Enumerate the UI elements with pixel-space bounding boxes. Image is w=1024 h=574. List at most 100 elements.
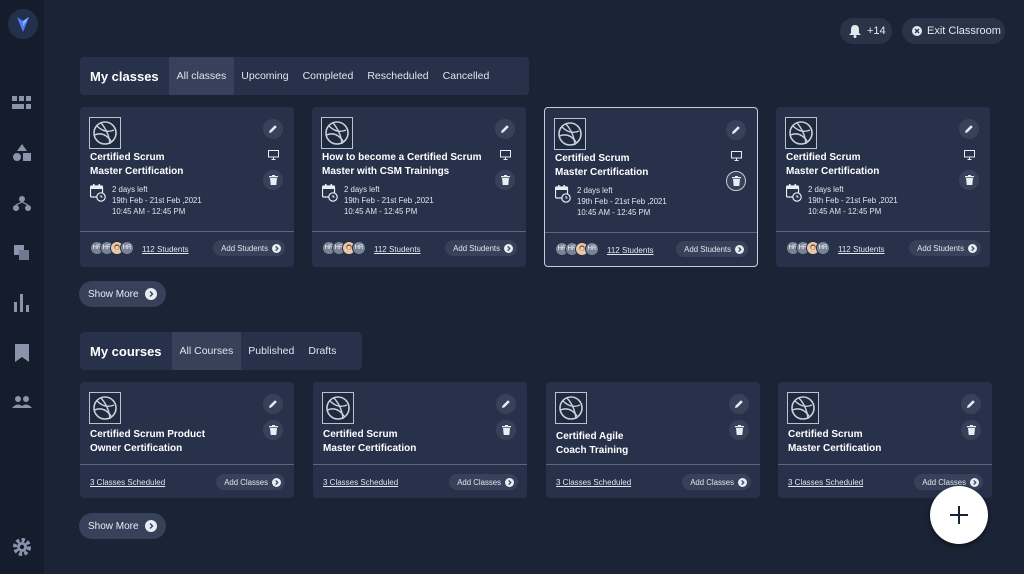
edit-button[interactable]	[496, 394, 516, 414]
edit-button[interactable]	[729, 394, 749, 414]
course-card[interactable]: Certified Scrum Master Certification 3 C…	[313, 382, 527, 498]
class-dates: 19th Feb - 21st Feb ,2021	[577, 197, 667, 206]
delete-button[interactable]	[263, 170, 283, 190]
classes-scheduled-link[interactable]: 3 Classes Scheduled	[788, 478, 863, 487]
card-divider	[313, 464, 527, 465]
delete-button[interactable]	[495, 170, 515, 190]
delete-button[interactable]	[959, 170, 979, 190]
students-link[interactable]: 112 Students	[838, 245, 885, 254]
edit-button[interactable]	[263, 119, 283, 139]
delete-button[interactable]	[263, 420, 283, 440]
add-classes-button[interactable]: Add Classes	[216, 474, 285, 490]
classes-scheduled-link[interactable]: 3 Classes Scheduled	[90, 478, 165, 487]
add-students-button[interactable]: Add Students	[213, 240, 285, 256]
add-classes-button[interactable]: Add Classes	[449, 474, 518, 490]
tab-cancelled[interactable]: Cancelled	[436, 57, 497, 95]
present-button[interactable]	[495, 145, 515, 165]
hierarchy-icon[interactable]	[11, 193, 33, 215]
delete-button[interactable]	[729, 420, 749, 440]
settings-gear-icon[interactable]	[10, 535, 34, 559]
trash-icon	[268, 175, 278, 185]
notifications-button[interactable]: +14	[840, 18, 892, 44]
add-students-button[interactable]: Add Students	[676, 241, 748, 257]
tab-upcoming[interactable]: Upcoming	[234, 57, 295, 95]
edit-button[interactable]	[961, 394, 981, 414]
course-title: Certified Agile Coach Training	[556, 430, 731, 457]
present-button[interactable]	[959, 145, 979, 165]
trash-icon	[966, 425, 976, 435]
course-card[interactable]: Certified Scrum Master Certification 3 C…	[778, 382, 992, 498]
students-link[interactable]: 112 Students	[142, 245, 189, 254]
card-divider	[776, 231, 990, 232]
trash-icon	[500, 175, 510, 185]
class-title-line1: Certified Scrum	[555, 153, 630, 164]
classes-scheduled-link[interactable]: 3 Classes Scheduled	[323, 478, 398, 487]
course-logo	[554, 118, 586, 150]
tab-drafts[interactable]: Drafts	[301, 332, 343, 370]
exit-classroom-button[interactable]: Exit Classroom	[902, 18, 1005, 44]
course-card[interactable]: Certified Agile Coach Training 3 Classes…	[546, 382, 760, 498]
tab-published[interactable]: Published	[241, 332, 301, 370]
courses-show-more-button[interactable]: Show More	[79, 513, 166, 539]
present-button[interactable]	[263, 145, 283, 165]
delete-button[interactable]	[496, 420, 516, 440]
course-title: Certified Scrum Master Certification	[323, 428, 498, 455]
pencil-icon	[732, 126, 740, 134]
course-card[interactable]: Certified Scrum Product Owner Certificat…	[80, 382, 294, 498]
class-schedule: 2 days left 19th Feb - 21st Feb ,2021 10…	[786, 184, 898, 217]
app-logo[interactable]	[8, 9, 38, 39]
tab-completed[interactable]: Completed	[296, 57, 361, 95]
card-divider	[545, 232, 757, 233]
shapes-icon[interactable]	[11, 142, 33, 164]
class-card[interactable]: Certified Scrum Master Certification 2 d…	[80, 107, 294, 267]
edit-button[interactable]	[726, 120, 746, 140]
course-title: Certified Scrum Product Owner Certificat…	[90, 428, 265, 455]
copy-icon[interactable]	[11, 242, 33, 264]
class-title-line1: Certified Scrum	[786, 152, 861, 163]
student-avatars: HR HR HR	[786, 241, 830, 255]
course-logo	[787, 392, 819, 424]
arrow-right-icon	[144, 520, 157, 532]
add-students-button[interactable]: Add Students	[445, 240, 517, 256]
class-card[interactable]: Certified Scrum Master Certification 2 d…	[544, 107, 758, 267]
students-link[interactable]: 112 Students	[374, 245, 421, 254]
delete-button[interactable]	[726, 171, 746, 191]
edit-button[interactable]	[495, 119, 515, 139]
add-classes-button[interactable]: Add Classes	[682, 474, 751, 490]
calendar-clock-icon	[90, 184, 106, 202]
students-link[interactable]: 112 Students	[607, 246, 654, 255]
pencil-icon	[967, 400, 975, 408]
class-time: 10:45 AM - 12:45 PM	[112, 207, 186, 216]
monitor-icon	[499, 150, 511, 160]
tab-all-classes[interactable]: All classes	[168, 57, 235, 95]
bookmark-icon[interactable]	[11, 342, 33, 364]
course-logo	[322, 392, 354, 424]
tab-rescheduled[interactable]: Rescheduled	[360, 57, 435, 95]
edit-button[interactable]	[959, 119, 979, 139]
courses-header: My courses All Courses Published Drafts	[80, 332, 362, 370]
bar-chart-icon[interactable]	[11, 292, 33, 314]
classes-title: My classes	[90, 68, 159, 84]
class-card[interactable]: Certified Scrum Master Certification 2 d…	[776, 107, 990, 267]
people-icon[interactable]	[11, 391, 33, 413]
class-card[interactable]: How to become a Certified Scrum Master w…	[312, 107, 526, 267]
delete-button[interactable]	[961, 420, 981, 440]
tab-all-courses[interactable]: All Courses	[171, 332, 242, 370]
days-left: 2 days left	[344, 185, 380, 194]
days-left: 2 days left	[112, 185, 148, 194]
dashboard-icon[interactable]	[11, 92, 33, 114]
class-title: Certified Scrum Master Certification	[555, 152, 730, 179]
edit-button[interactable]	[263, 394, 283, 414]
add-students-button[interactable]: Add Students	[909, 240, 981, 256]
present-button[interactable]	[726, 146, 746, 166]
logo-icon	[17, 17, 29, 32]
course-logo	[89, 117, 121, 149]
dribbble-icon	[93, 396, 117, 420]
classes-show-more-button[interactable]: Show More	[79, 281, 166, 307]
card-divider	[80, 464, 294, 465]
class-title-line1: Certified Scrum	[90, 152, 165, 163]
add-classes-label: Add Classes	[224, 477, 268, 487]
dribbble-icon	[791, 396, 815, 420]
classes-scheduled-link[interactable]: 3 Classes Scheduled	[556, 478, 631, 487]
add-fab-button[interactable]	[930, 486, 988, 544]
